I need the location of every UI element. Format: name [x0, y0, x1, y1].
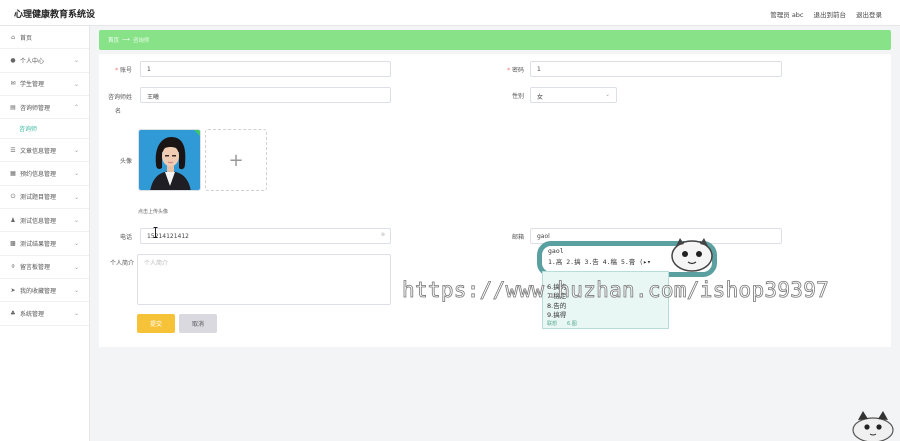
ime-candidate-8[interactable]: 8.告的	[547, 302, 664, 312]
menu-icon: ☰	[10, 146, 16, 154]
home-icon: ⌂	[11, 33, 15, 41]
counselor-name-input[interactable]: 王曦	[140, 87, 391, 103]
ime-footer-page[interactable]: 6.图	[567, 320, 577, 327]
sidebar-item-label: 我的收藏管理	[20, 287, 57, 295]
sidebar-item-home[interactable]: ⌂ 首页	[0, 26, 89, 50]
avatar-label: 头像	[119, 158, 132, 165]
chevron-down-icon: ⌄	[73, 193, 79, 201]
logout-link[interactable]: 退出登录	[856, 9, 882, 19]
account-label: * 账号	[115, 67, 132, 74]
exit-to-frontend-link[interactable]: 退出到前台	[814, 9, 847, 19]
gender-select-value: 女	[537, 94, 544, 101]
chevron-down-icon: ⌄	[73, 217, 79, 225]
avatar-image[interactable]	[138, 129, 201, 191]
chevron-down-icon: ⌄	[73, 310, 79, 318]
sidebar-item-label: 系统管理	[20, 310, 45, 318]
chevron-down-icon: ⌄	[73, 263, 79, 271]
sidebar-item-students[interactable]: ✉ 学生管理 ⌄	[0, 73, 89, 96]
ime-mascot-icon	[671, 238, 713, 272]
sidebar-item-label: 文章信息管理	[20, 147, 57, 155]
password-label: * 密码	[507, 67, 524, 74]
intro-textarea[interactable]: 个人简介	[137, 254, 391, 305]
sidebar-item-system[interactable]: ♣ 系统管理 ⌄	[0, 302, 89, 326]
text-cursor-icon	[153, 227, 158, 238]
counselor-name-label: 咨询师姓 名	[107, 94, 132, 115]
top-links: 管理员 abc 退出到前台 退出登录	[770, 9, 882, 19]
gender-select[interactable]: 女 ⌄	[530, 87, 617, 103]
chevron-down-icon: ⌄	[73, 240, 79, 248]
chevron-up-icon: ⌃	[73, 103, 79, 111]
calendar-icon: ▦	[10, 170, 16, 178]
breadcrumb: 首页 ⟶ 咨询师	[99, 30, 891, 50]
chevron-down-icon: ⌄	[73, 286, 79, 294]
sidebar-item-appointments[interactable]: ▦ 预约信息管理 ⌄	[0, 162, 89, 186]
intro-label: 个人简介	[109, 260, 134, 267]
gender-label: 性别	[511, 93, 524, 100]
phone-input[interactable]: 15214121412 ⊗	[140, 228, 391, 244]
sidebar-item-label: 测试信息管理	[20, 217, 57, 225]
password-input[interactable]: 1	[530, 61, 782, 77]
plus-icon: +	[228, 149, 244, 171]
chevron-down-icon: ⌄	[604, 91, 610, 98]
phone-label: 电话	[119, 234, 132, 241]
ime-footer: 联想 6.图	[547, 320, 577, 327]
sidebar-item-favorites[interactable]: ➤ 我的收藏管理 ⌄	[0, 279, 89, 303]
person-icon: ♟	[10, 216, 16, 224]
sidebar-item-label: 留言板管理	[20, 264, 51, 272]
breadcrumb-home[interactable]: 首页	[108, 36, 119, 44]
sidebar-item-test-questions[interactable]: ⏻ 测试题目管理 ⌄	[0, 186, 89, 210]
email-label: 邮箱	[511, 234, 524, 241]
list-icon: ▤	[10, 103, 16, 111]
sidebar-item-message-board[interactable]: ⌽ 留言板管理 ⌄	[0, 256, 89, 279]
sidebar-item-label: 个人中心	[20, 57, 45, 65]
users-icon: ♣	[10, 309, 16, 317]
sidebar-item-personal-center[interactable]: ● 个人中心 ⌄	[0, 49, 89, 73]
sidebar-item-label: 咨询师管理	[20, 104, 51, 112]
ime-footer-association[interactable]: 联想	[547, 320, 557, 327]
sidebar-subitem-counselor[interactable]: 咨询师	[0, 119, 89, 140]
mail-icon: ✉	[10, 80, 16, 88]
sidebar-item-label: 预约信息管理	[20, 171, 57, 179]
avatar-portrait	[139, 130, 200, 190]
power-icon: ⏻	[10, 192, 16, 200]
grid-icon: ▩	[10, 240, 16, 248]
top-bar: 心理健康教育系统设 管理员 abc 退出到前台 退出登录	[0, 0, 900, 26]
sidebar-item-articles[interactable]: ☰ 文章信息管理 ⌄	[0, 139, 89, 163]
sidebar-item-label: 测试题目管理	[20, 194, 57, 202]
account-input[interactable]: 1	[140, 61, 391, 77]
clear-icon[interactable]: ⊗	[381, 232, 385, 238]
chevron-down-icon: ⌄	[73, 80, 79, 88]
chevron-down-icon: ⌄	[73, 170, 79, 178]
app-title: 心理健康教育系统设	[14, 10, 96, 20]
user-icon: ●	[10, 56, 16, 64]
sidebar-item-test-info[interactable]: ♟ 测试信息管理 ⌄	[0, 209, 89, 233]
send-icon: ➤	[10, 286, 16, 294]
breadcrumb-current: 咨询师	[132, 38, 150, 44]
sidebar-item-label: 学生管理	[20, 81, 45, 89]
sidebar: ⌂ 首页 ● 个人中心 ⌄ ✉ 学生管理 ⌄ ▤ 咨询师管理 ⌃ 咨询师 ☰ 文…	[0, 26, 90, 441]
sidebar-item-test-results[interactable]: ▩ 测试结果管理 ⌄	[0, 232, 89, 256]
upload-avatar-button[interactable]: +	[205, 129, 267, 191]
upload-tip: 点击上传头像	[138, 209, 169, 215]
sidebar-item-counselors[interactable]: ▤ 咨询师管理 ⌃	[0, 96, 89, 120]
cancel-button[interactable]: 取消	[179, 314, 217, 333]
sidebar-item-label: 测试结果管理	[20, 241, 57, 249]
chevron-down-icon: ⌄	[73, 147, 79, 155]
admin-user-link[interactable]: 管理员 abc	[770, 9, 803, 19]
mic-icon: ⌽	[11, 262, 15, 270]
submit-button[interactable]: 提交	[137, 314, 175, 333]
watermark: https://www.huzhan.com/ishop39397	[402, 278, 830, 303]
chevron-down-icon: ⌄	[73, 57, 79, 65]
mascot-icon	[852, 411, 894, 441]
arrow-right-icon: ⟶	[122, 37, 130, 43]
sidebar-item-label: 首页	[20, 34, 33, 42]
